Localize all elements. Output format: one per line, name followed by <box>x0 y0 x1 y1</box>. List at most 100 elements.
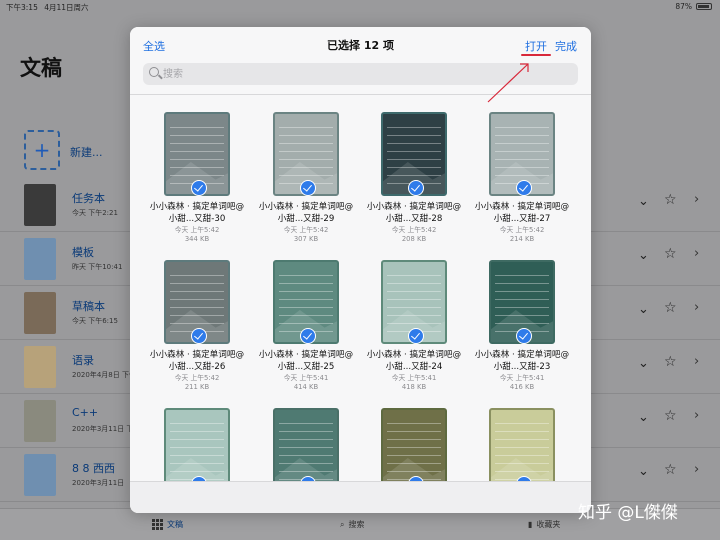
file-name: 小小森林 · 搞定单词吧@小甜...又甜-25 <box>258 350 354 372</box>
bg-file-name: 语录 <box>72 354 94 367</box>
file-name: 小小森林 · 搞定单词吧@小甜...又甜-24 <box>366 350 462 372</box>
watermark: 知乎 @L傑傑 <box>578 503 678 523</box>
status-time: 下午3:15 <box>6 3 38 12</box>
file-time: 今天 上午5:41 <box>283 374 329 382</box>
star-icon: ☆ <box>664 192 677 208</box>
file-size: 214 KB <box>509 235 535 243</box>
file-grid-item[interactable] <box>472 398 572 481</box>
chevron-down-icon: ⌄ <box>638 248 649 263</box>
bg-file-date: 今天 下午2:21 <box>72 209 118 217</box>
chevron-right-icon: › <box>694 246 700 261</box>
sheet-title: 已选择 12 项 <box>327 39 394 52</box>
chevron-right-icon: › <box>694 192 700 207</box>
checkmark-icon[interactable] <box>516 180 532 196</box>
file-grid-item[interactable]: 小小森林 · 搞定单词吧@小甜...又甜-30 今天 上午5:42 344 KB <box>147 102 247 248</box>
file-time: 今天 上午5:41 <box>391 374 437 382</box>
bookmark-icon: ▮ <box>528 520 533 529</box>
file-grid: 小小森林 · 搞定单词吧@小甜...又甜-30 今天 上午5:42 344 KB… <box>130 96 591 481</box>
file-size: 307 KB <box>293 235 319 243</box>
file-name: 小小森林 · 搞定单词吧@小甜...又甜-29 <box>258 202 354 224</box>
file-time: 今天 上午5:42 <box>174 374 220 382</box>
file-grid-item[interactable]: 小小森林 · 搞定单词吧@小甜...又甜-25 今天 上午5:41 414 KB <box>256 250 356 396</box>
done-button[interactable]: 完成 <box>555 38 577 54</box>
open-button[interactable]: 打开 <box>525 38 547 54</box>
file-name: 小小森林 · 搞定单词吧@小甜...又甜-26 <box>149 350 245 372</box>
file-size: 416 KB <box>509 383 535 391</box>
file-meta: 今天 上午5:42 344 KB <box>147 226 247 244</box>
chevron-down-icon: ⌄ <box>638 194 649 209</box>
file-name: 小小森林 · 搞定单词吧@小甜...又甜-30 <box>149 202 245 224</box>
file-grid-item[interactable]: 小小森林 · 搞定单词吧@小甜...又甜-29 今天 上午5:42 307 KB <box>256 102 356 248</box>
battery-icon <box>696 3 712 10</box>
checkmark-icon[interactable] <box>408 180 424 196</box>
status-left: 下午3:15 4月11日周六 <box>6 2 89 13</box>
star-icon: ☆ <box>664 408 677 424</box>
checkmark-icon[interactable] <box>300 180 316 196</box>
chevron-down-icon: ⌄ <box>638 464 649 479</box>
bg-file-name: 任务本 <box>72 192 105 205</box>
file-grid-item[interactable]: 小小森林 · 搞定单词吧@小甜...又甜-27 今天 上午5:42 214 KB <box>472 102 572 248</box>
bg-tab-favorites: ▮ 收藏夹 <box>528 519 560 530</box>
bg-new-label: 新建... <box>70 146 103 159</box>
checkmark-icon[interactable] <box>408 328 424 344</box>
bg-file-date: 2020年4月8日 下午 <box>72 371 136 379</box>
file-meta: 今天 上午5:41 414 KB <box>256 374 356 392</box>
battery-level: 87% <box>675 2 692 11</box>
file-grid-item[interactable]: 小小森林 · 搞定单词吧@小甜...又甜-24 今天 上午5:41 418 KB <box>364 250 464 396</box>
file-thumbnail[interactable] <box>381 408 447 481</box>
sheet-footer <box>130 481 591 513</box>
checkmark-icon[interactable] <box>300 328 316 344</box>
file-meta: 今天 上午5:42 307 KB <box>256 226 356 244</box>
chevron-right-icon: › <box>694 300 700 315</box>
checkmark-icon[interactable] <box>516 328 532 344</box>
bg-tab-search: ⌕ 搜索 <box>340 519 364 530</box>
bg-tab-search-label: 搜索 <box>348 520 365 529</box>
checkmark-icon[interactable] <box>191 328 207 344</box>
bg-new-button: + <box>24 130 60 170</box>
grid-icon <box>152 519 163 530</box>
status-bar: 下午3:15 4月11日周六 87% <box>0 0 720 14</box>
bg-file-thumbnail <box>24 238 56 280</box>
bg-file-name: 草稿本 <box>72 300 105 313</box>
file-grid-item[interactable] <box>256 398 356 481</box>
file-thumbnail[interactable] <box>273 408 339 481</box>
star-icon: ☆ <box>664 462 677 478</box>
file-meta: 今天 上午5:41 418 KB <box>364 374 464 392</box>
chevron-right-icon: › <box>694 354 700 369</box>
file-thumbnail[interactable] <box>164 408 230 481</box>
star-icon: ☆ <box>664 300 677 316</box>
file-grid-item[interactable]: 小小森林 · 搞定单词吧@小甜...又甜-26 今天 上午5:42 211 KB <box>147 250 247 396</box>
star-icon: ☆ <box>664 354 677 370</box>
bg-tab-files: 文稿 <box>152 519 183 530</box>
file-grid-item[interactable] <box>147 398 247 481</box>
file-size: 211 KB <box>184 383 210 391</box>
checkmark-icon[interactable] <box>191 180 207 196</box>
search-icon <box>149 67 159 77</box>
bg-file-thumbnail <box>24 292 56 334</box>
file-name: 小小森林 · 搞定单词吧@小甜...又甜-28 <box>366 202 462 224</box>
chevron-down-icon: ⌄ <box>638 302 649 317</box>
file-time: 今天 上午5:42 <box>499 226 545 234</box>
file-grid-item[interactable]: 小小森林 · 搞定单词吧@小甜...又甜-23 今天 上午5:41 416 KB <box>472 250 572 396</box>
chevron-down-icon: ⌄ <box>638 356 649 371</box>
file-meta: 今天 上午5:42 208 KB <box>364 226 464 244</box>
file-meta: 今天 上午5:41 416 KB <box>472 374 572 392</box>
file-meta: 今天 上午5:42 211 KB <box>147 374 247 392</box>
file-size: 418 KB <box>401 383 427 391</box>
file-time: 今天 上午5:41 <box>499 374 545 382</box>
file-grid-item[interactable]: 小小森林 · 搞定单词吧@小甜...又甜-28 今天 上午5:42 208 KB <box>364 102 464 248</box>
bg-file-date: 2020年3月11日 <box>72 479 125 487</box>
file-meta: 今天 上午5:42 214 KB <box>472 226 572 244</box>
bg-file-thumbnail <box>24 454 56 496</box>
status-right: 87% <box>675 2 712 11</box>
bg-file-name: C++ <box>72 406 99 419</box>
bg-file-name: 模板 <box>72 246 94 259</box>
annotation-arrow <box>487 63 529 103</box>
file-time: 今天 上午5:42 <box>283 226 329 234</box>
bg-page-title: 文稿 <box>20 56 62 80</box>
file-grid-item[interactable] <box>364 398 464 481</box>
file-size: 344 KB <box>184 235 210 243</box>
file-thumbnail[interactable] <box>489 408 555 481</box>
bg-file-thumbnail <box>24 184 56 226</box>
file-time: 今天 上午5:42 <box>391 226 437 234</box>
